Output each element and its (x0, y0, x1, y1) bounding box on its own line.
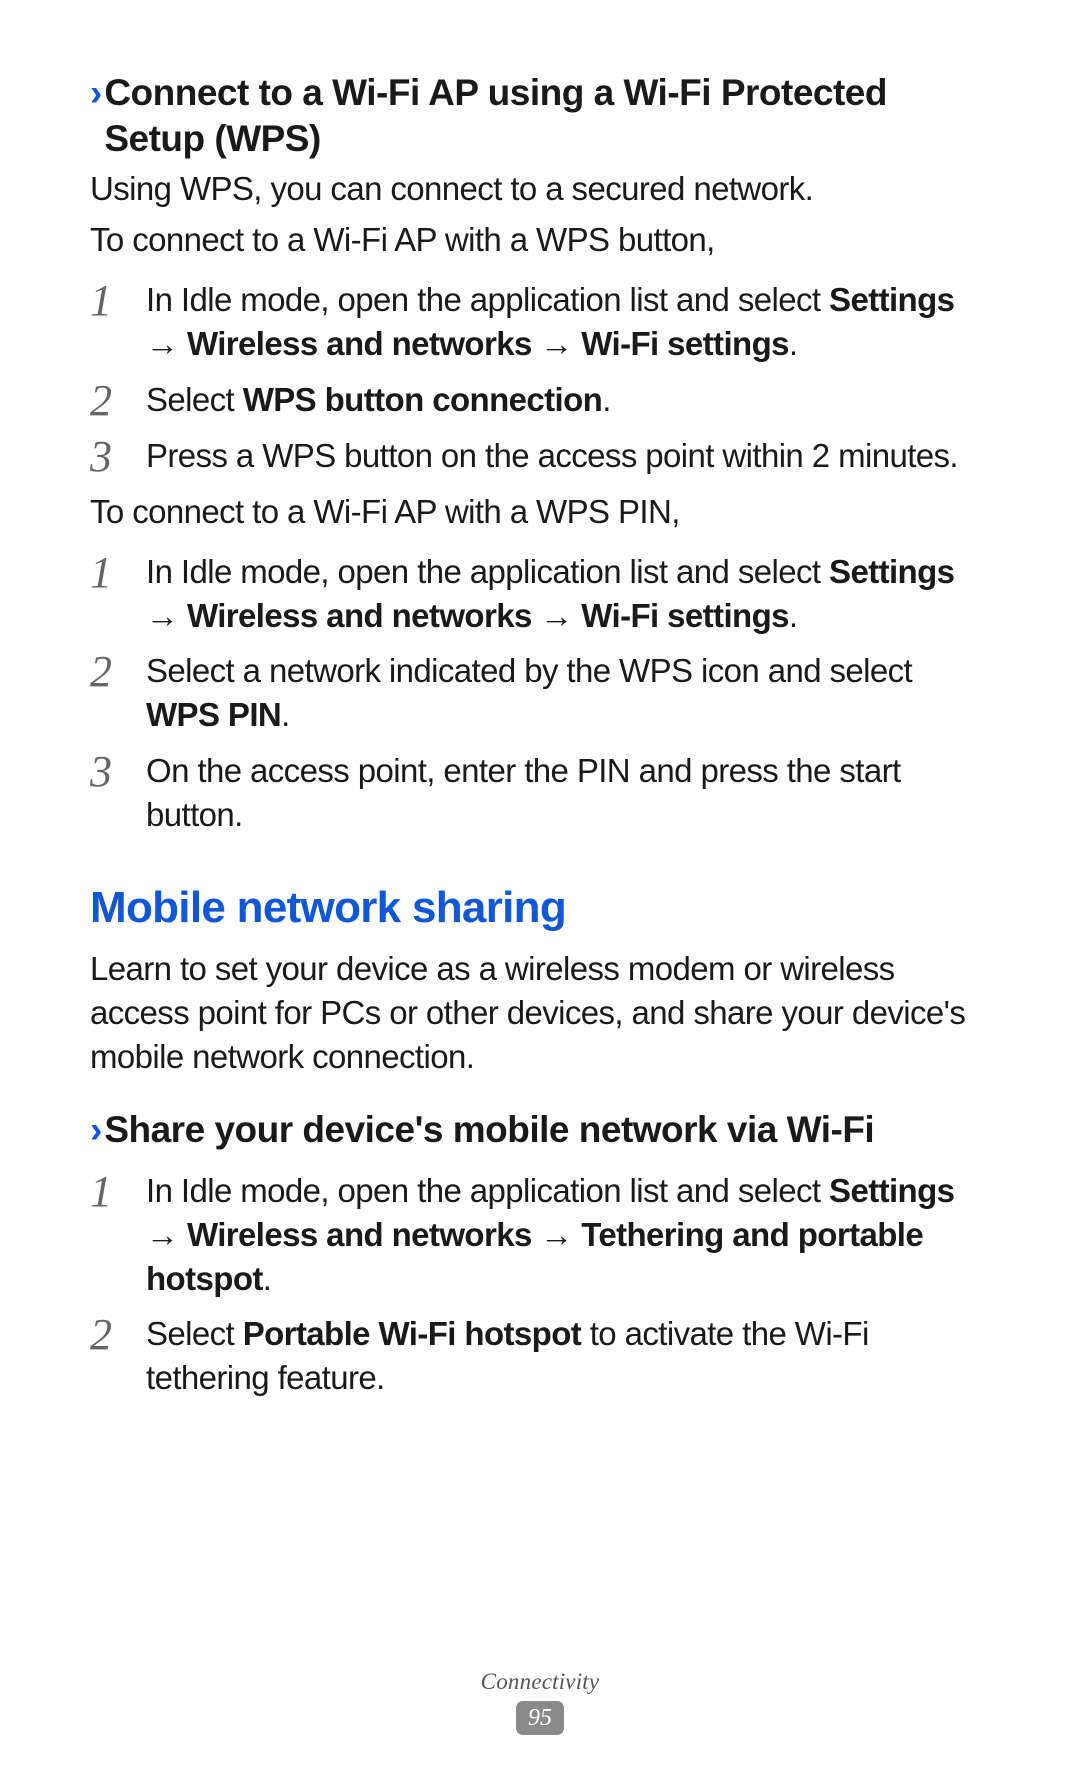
step-bold: WPS PIN (146, 696, 281, 733)
step-1: In Idle mode, open the application list … (90, 1169, 990, 1301)
paragraph-wps-intro2: To connect to a Wi-Fi AP with a WPS butt… (90, 218, 990, 262)
step-text: → (532, 1216, 582, 1253)
step-bold: Wi-Fi settings (581, 597, 789, 634)
step-bold: Wi-Fi settings (581, 325, 789, 362)
step-text: → (146, 325, 187, 362)
step-bold: Wireless and networks (187, 597, 532, 634)
steps-share-wifi: In Idle mode, open the application list … (90, 1169, 990, 1400)
step-2: Select a network indicated by the WPS ic… (90, 649, 990, 737)
step-2: Select Portable Wi-Fi hotspot to activat… (90, 1312, 990, 1400)
step-text: In Idle mode, open the application list … (146, 553, 829, 590)
step-3: Press a WPS button on the access point w… (90, 434, 990, 478)
subheading-wps-text: Connect to a Wi-Fi AP using a Wi-Fi Prot… (104, 70, 990, 163)
step-text: Select (146, 381, 243, 418)
step-text: Select a network indicated by the WPS ic… (146, 652, 912, 689)
paragraph-wps-intro1: Using WPS, you can connect to a secured … (90, 167, 990, 211)
steps-wps-pin: In Idle mode, open the application list … (90, 550, 990, 837)
chevron-icon: › (90, 1107, 98, 1153)
steps-wps-button: In Idle mode, open the application list … (90, 278, 990, 478)
step-bold: Settings (829, 553, 954, 590)
step-text: . (281, 696, 290, 733)
step-bold: Wireless and networks (187, 325, 532, 362)
step-bold: Settings (829, 1172, 954, 1209)
step-2: Select WPS button connection. (90, 378, 990, 422)
step-text: → (146, 1216, 187, 1253)
step-text: . (789, 325, 798, 362)
step-bold: Wireless and networks (187, 1216, 532, 1253)
subheading-share-wifi: › Share your device's mobile network via… (90, 1107, 990, 1153)
step-3: On the access point, enter the PIN and p… (90, 749, 990, 837)
step-text: → (532, 597, 582, 634)
step-text: → (146, 597, 187, 634)
step-bold: Portable Wi-Fi hotspot (243, 1315, 581, 1352)
step-text: . (789, 597, 798, 634)
step-bold: Settings (829, 281, 954, 318)
step-text: → (532, 325, 582, 362)
paragraph-sharing-intro: Learn to set your device as a wireless m… (90, 947, 990, 1079)
subheading-share-wifi-text: Share your device's mobile network via W… (104, 1107, 990, 1153)
step-text: In Idle mode, open the application list … (146, 281, 829, 318)
heading-mobile-network-sharing: Mobile network sharing (90, 883, 990, 933)
footer-section-label: Connectivity (0, 1669, 1080, 1695)
step-text: In Idle mode, open the application list … (146, 1172, 829, 1209)
step-1: In Idle mode, open the application list … (90, 278, 990, 366)
step-text: . (263, 1260, 272, 1297)
step-1: In Idle mode, open the application list … (90, 550, 990, 638)
chevron-icon: › (90, 70, 98, 116)
subheading-wps: › Connect to a Wi-Fi AP using a Wi-Fi Pr… (90, 70, 990, 163)
step-text: On the access point, enter the PIN and p… (146, 752, 901, 833)
manual-page: › Connect to a Wi-Fi AP using a Wi-Fi Pr… (0, 0, 1080, 1400)
page-number-badge: 95 (516, 1701, 564, 1735)
step-text: Press a WPS button on the access point w… (146, 437, 958, 474)
step-bold: WPS button connection (243, 381, 603, 418)
step-text: . (602, 381, 611, 418)
page-footer: Connectivity 95 (0, 1669, 1080, 1735)
step-text: Select (146, 1315, 243, 1352)
paragraph-wps-pin-intro: To connect to a Wi-Fi AP with a WPS PIN, (90, 490, 990, 534)
